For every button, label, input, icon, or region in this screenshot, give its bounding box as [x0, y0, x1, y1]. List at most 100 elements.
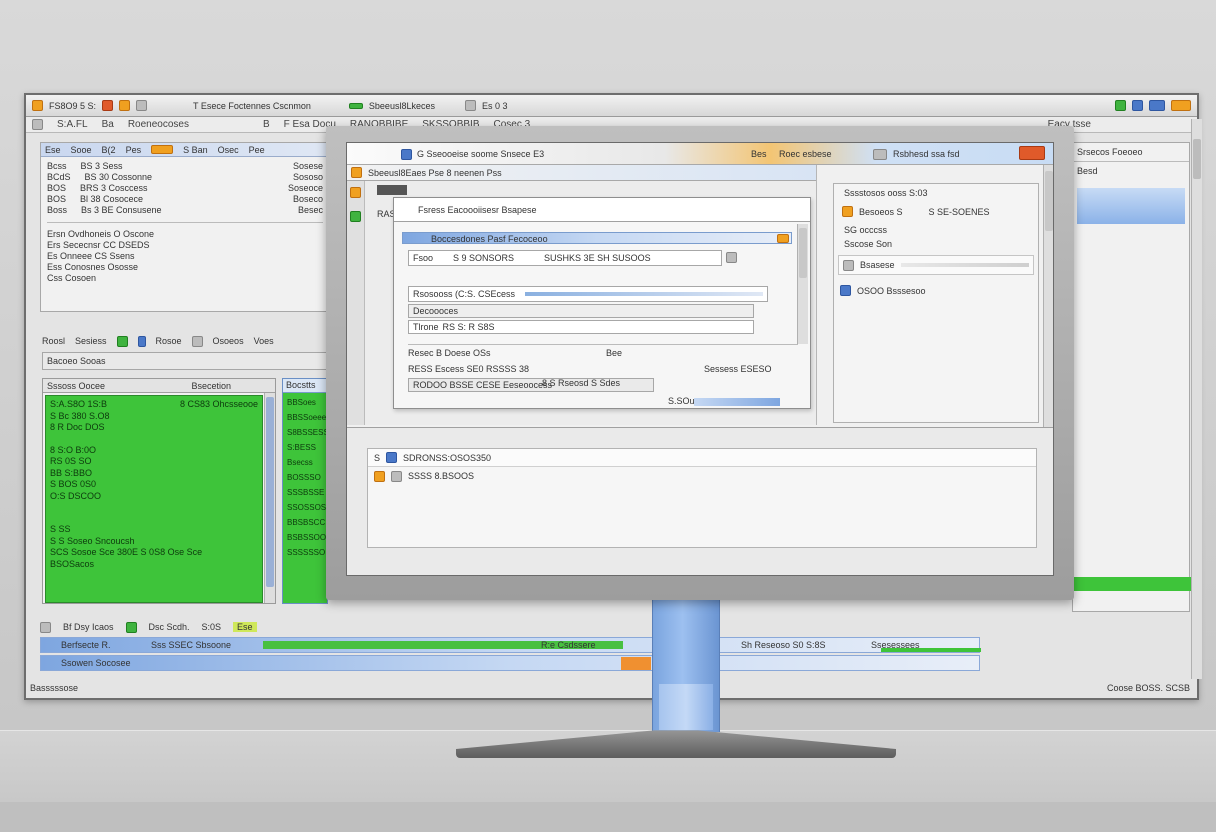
menu-item[interactable]: Ba: [102, 119, 114, 130]
list-item[interactable]: S:BESS: [287, 440, 323, 455]
restore-icon[interactable]: [1149, 100, 1165, 111]
bottom-label[interactable]: Dsc Scdh.: [149, 622, 190, 632]
monitor-scrollbar[interactable]: [1043, 165, 1053, 427]
tab-item[interactable]: Osec: [218, 145, 239, 155]
dropdown-icon[interactable]: [726, 252, 737, 263]
print-icon[interactable]: [136, 100, 148, 111]
menu-item[interactable]: S:A.FL: [57, 119, 88, 130]
list-item[interactable]: 8 CS83 Ohcsseooe: [180, 399, 258, 411]
list-item[interactable]: RS 0S SO: [50, 456, 258, 468]
table-row[interactable]: BOS BRS 3 Cosccess Soseoce: [47, 183, 323, 194]
filter-field[interactable]: Bacoeo Sooas: [42, 352, 330, 370]
menu-item[interactable]: B: [263, 119, 270, 130]
scrollbar-thumb[interactable]: [1045, 171, 1053, 231]
tab-item[interactable]: B(2: [102, 145, 116, 155]
flag-icon[interactable]: [125, 621, 137, 633]
doc-icon[interactable]: [464, 100, 476, 111]
pane-field[interactable]: Bsasese: [838, 255, 1034, 275]
list-item[interactable]: SSSBSSE: [287, 485, 324, 500]
scrollbar-thumb[interactable]: [799, 228, 807, 278]
pane-row[interactable]: Besoeos S S SE-SOENES: [834, 202, 1038, 221]
list-item[interactable]: S BOS 0S0: [50, 479, 258, 491]
menu-icon[interactable]: [32, 119, 43, 130]
list-item[interactable]: BOSSSO: [287, 470, 323, 485]
sidebar-icon[interactable]: [350, 211, 361, 222]
list-item[interactable]: 8 S:O B:0O: [50, 445, 258, 457]
window-toggle-icon[interactable]: [873, 149, 887, 160]
toolbar-item[interactable]: Osoeos: [213, 336, 244, 346]
table-row[interactable]: Boss Bs 3 BE Consusene Besec: [47, 205, 323, 216]
menu-item[interactable]: Roeneocoses: [128, 119, 189, 130]
check-icon[interactable]: [116, 335, 128, 347]
list-item[interactable]: Ers Sececnsr CC DSEDS: [47, 240, 323, 251]
sort-icon[interactable]: [137, 335, 146, 347]
pane-row[interactable]: OSOO Bsssesoo: [834, 281, 1038, 300]
toolbar-item[interactable]: Roosl: [42, 336, 65, 346]
bottom-label[interactable]: S:0S: [202, 622, 222, 632]
field-row[interactable]: Tlrone RS S: R S8S: [408, 320, 754, 334]
tab-item[interactable]: Ese: [45, 145, 61, 155]
view-icon[interactable]: [191, 335, 203, 347]
list-item[interactable]: S SDRONSS:OSOS350: [368, 449, 1036, 467]
green-list-body[interactable]: S:A.S8O 1S:B 8 CS83 Ohcsseooe S Bc 380 S.…: [45, 395, 263, 603]
list-item[interactable]: Ess Conosnes Ososse: [47, 262, 323, 273]
list-item[interactable]: Css Cosoen: [47, 273, 323, 284]
right-panel-item[interactable]: Besd: [1073, 162, 1189, 180]
maximize-icon[interactable]: [1132, 100, 1143, 111]
toolbar-item[interactable]: Sesiess: [75, 336, 107, 346]
list-item[interactable]: SSSS 8.BSOOS: [368, 467, 1036, 485]
scrollbar-thumb[interactable]: [266, 397, 274, 587]
list-item[interactable]: S S Soseo Sncoucsh: [50, 536, 258, 548]
column-header[interactable]: Sssoss Oocee: [47, 381, 105, 391]
folder-icon[interactable]: [119, 100, 131, 111]
list-item[interactable]: BBSBSCC: [287, 515, 325, 530]
marker-icon[interactable]: [621, 657, 651, 670]
list-item[interactable]: Es Onneee CS Ssens: [47, 251, 323, 262]
list-item[interactable]: SCS Sosoe Sce 380E S 0S8 Ose Sce: [50, 547, 258, 559]
toolbar-item[interactable]: Voes: [254, 336, 274, 346]
list-item[interactable]: BSBSSOO: [287, 530, 326, 545]
field-row[interactable]: Rsosooss (C:S. CSEcess: [408, 286, 768, 302]
green-tag[interactable]: Ese: [233, 622, 257, 632]
list-item[interactable]: S8BSSESS: [287, 425, 329, 440]
window-scrollbar[interactable]: [1191, 119, 1202, 679]
list-item[interactable]: SSOSSOS: [287, 500, 326, 515]
pane-item[interactable]: Sscose Son: [834, 239, 1038, 249]
scrollbar-thumb[interactable]: [1193, 139, 1201, 179]
list-item[interactable]: SSSSSSO: [287, 545, 325, 560]
list-item[interactable]: Bsecss: [287, 455, 323, 470]
timeline-bar[interactable]: Berfsecte R. Sss SSEC Sbsoone R:e Csdsse…: [40, 637, 981, 653]
list-item[interactable]: BBSoes: [287, 395, 323, 410]
section-toggle-icon[interactable]: [777, 234, 789, 243]
tab-item[interactable]: Pes: [126, 145, 142, 155]
table-row[interactable]: BCdS BS 30 Cossonne Sososo: [47, 172, 323, 183]
pane-item[interactable]: SG occcss: [834, 221, 1038, 239]
table-row[interactable]: Bcss BS 3 Sess Sosese: [47, 161, 323, 172]
table-row[interactable]: BOS Bl 38 Cosocece Boseco: [47, 194, 323, 205]
list-item[interactable]: Ersn Ovdhoneis O Oscone: [47, 229, 323, 240]
list-item[interactable]: S:A.S8O 1S:B: [50, 399, 107, 411]
toolbar-item[interactable]: Rosoe: [156, 336, 182, 346]
tab-item[interactable]: Pee: [249, 145, 265, 155]
field-row[interactable]: Decoooces: [408, 304, 754, 318]
list-item[interactable]: BB S:BBO: [50, 468, 258, 480]
field-row[interactable]: Fsoo S 9 SONSORS SUSHKS 3E SH SUSOOS: [408, 250, 722, 266]
bottom-label[interactable]: Bf Dsy Icaos: [63, 622, 114, 632]
minimize-icon[interactable]: [1115, 100, 1126, 111]
sidebar-icon[interactable]: [350, 187, 361, 198]
list-item[interactable]: 8 R Doc DOS: [50, 422, 258, 434]
tab-item[interactable]: Sooe: [71, 145, 92, 155]
grid-icon[interactable]: [40, 621, 51, 633]
column-header[interactable]: Bsecetion: [191, 381, 231, 391]
record-icon[interactable]: [102, 100, 114, 111]
dialog-scrollbar[interactable]: [797, 224, 808, 344]
tab-item[interactable]: S Ban: [183, 145, 208, 155]
list-item[interactable]: S SS: [50, 524, 258, 536]
green-list-scrollbar[interactable]: [264, 393, 275, 603]
list-item[interactable]: BSOSacos: [50, 559, 258, 571]
right-panel-highlight[interactable]: [1077, 188, 1185, 224]
list-item[interactable]: S Bc 380 S.O8: [50, 411, 258, 423]
timeline-bar-2[interactable]: Ssowen Socosee: [40, 655, 980, 671]
toolbar-block[interactable]: [377, 185, 407, 195]
list-item[interactable]: BBSSoeee: [287, 410, 326, 425]
